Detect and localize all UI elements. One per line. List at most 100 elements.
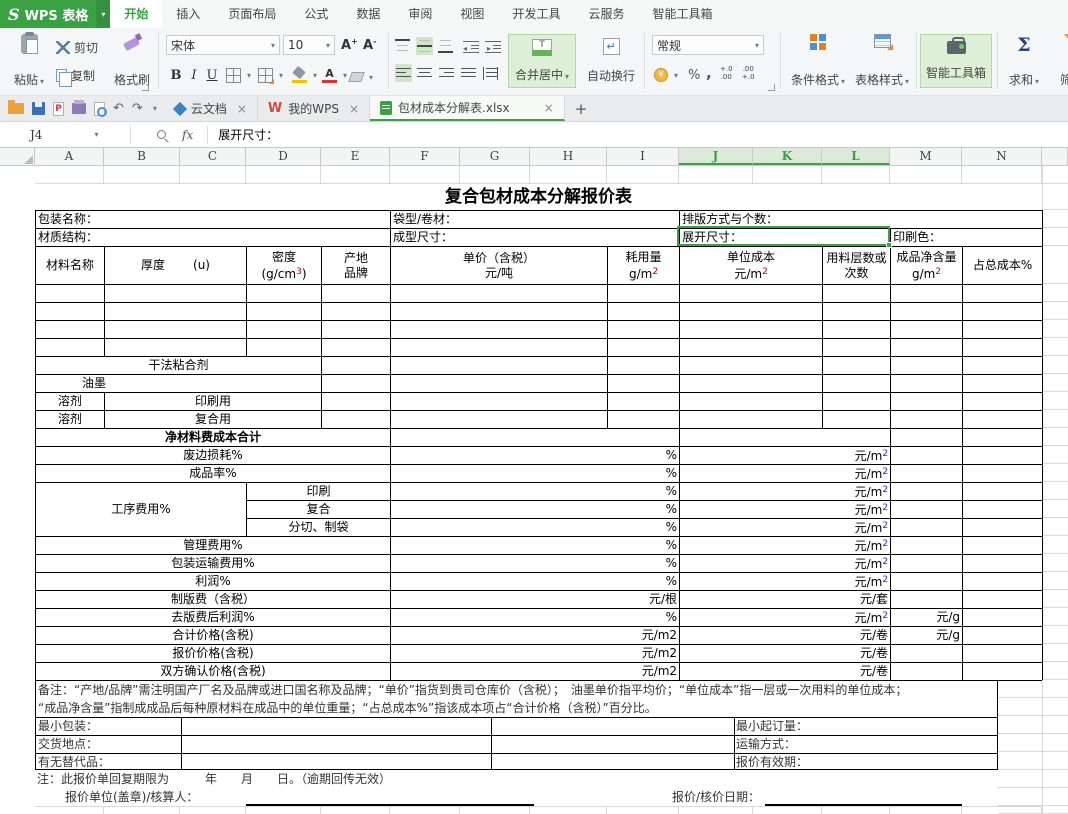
cell[interactable] <box>608 285 680 303</box>
cell-min-package[interactable]: 最小包装： <box>38 717 98 735</box>
tab-formulas[interactable]: 公式 <box>290 0 342 28</box>
fill-color-button[interactable]: ▾ <box>292 66 317 84</box>
cell-fee-unit1[interactable]: % <box>391 573 680 591</box>
cell-fee-unit2[interactable]: 元/m2 <box>680 501 891 519</box>
cell-fee-label[interactable]: 合计价格(含税) <box>36 627 391 645</box>
column-header-J[interactable]: J <box>679 148 753 165</box>
formula-input[interactable]: 展开尺寸： <box>218 126 278 143</box>
save-icon[interactable] <box>32 102 45 115</box>
empty-cell[interactable] <box>1043 320 1068 338</box>
cell[interactable] <box>891 303 963 321</box>
cell[interactable] <box>391 303 608 321</box>
cell-process-laminating[interactable]: 复合 <box>247 501 391 519</box>
increase-decimal-button[interactable]: +.0.00 <box>720 64 733 82</box>
cell[interactable] <box>963 411 1043 429</box>
comma-style-button[interactable]: , <box>706 64 712 82</box>
cell[interactable] <box>891 285 963 303</box>
empty-cells-bottom-right[interactable] <box>998 680 1042 814</box>
align-right-button[interactable] <box>439 64 454 82</box>
open-file-icon[interactable] <box>8 103 24 114</box>
empty-cell[interactable] <box>1043 770 1068 788</box>
cell-fee-label[interactable]: 成品率% <box>36 465 391 483</box>
cell-fee-unit2[interactable]: 元/m2 <box>680 555 891 573</box>
header-cost-percent[interactable]: 占总成本% <box>963 247 1043 285</box>
cell[interactable] <box>608 339 680 357</box>
empty-cell[interactable] <box>460 807 530 814</box>
empty-cell[interactable] <box>1043 752 1068 770</box>
cell-ink[interactable]: 油墨 <box>36 375 322 393</box>
empty-cell[interactable] <box>1043 338 1068 356</box>
cell[interactable] <box>891 357 963 375</box>
cell[interactable] <box>105 303 247 321</box>
cell-fee-unit2[interactable]: 元/m2 <box>680 447 891 465</box>
cell[interactable] <box>823 285 891 303</box>
cell[interactable] <box>963 573 1043 591</box>
column-header-I[interactable]: I <box>607 148 679 165</box>
cell[interactable] <box>680 357 823 375</box>
paste-button[interactable]: 粘贴▾ <box>8 34 50 88</box>
tab-cloud[interactable]: 云服务 <box>574 0 638 28</box>
cell[interactable] <box>680 303 823 321</box>
cell-fee-unit1[interactable]: 元/m2 <box>391 663 680 681</box>
cell[interactable] <box>680 285 823 303</box>
cell-transport-mode[interactable]: 运输方式： <box>736 735 796 753</box>
cell-fee-unit1[interactable]: % <box>391 555 680 573</box>
empty-cell[interactable] <box>1043 626 1068 644</box>
cell-fee-label[interactable]: 管理费用% <box>36 537 391 555</box>
justify-button[interactable] <box>461 64 476 82</box>
column-header-E[interactable]: E <box>321 148 390 165</box>
empty-cell[interactable] <box>998 806 1042 814</box>
header-net-content[interactable]: 成品净含量g/m2 <box>891 247 963 285</box>
header-origin-brand[interactable]: 产地品牌 <box>322 247 391 285</box>
cell-fee-label[interactable]: 去版费后利润% <box>36 609 391 627</box>
empty-cell[interactable] <box>607 166 679 183</box>
cell-note-line2[interactable]: “成品净含量”指制成成品后每种原材料在成品中的单位重量；“占总成本%”指该成本项… <box>38 699 995 717</box>
tab-smart-toolbox[interactable]: 智能工具箱 <box>638 0 726 28</box>
cell-delivery-place[interactable]: 交货地点： <box>38 735 98 753</box>
print-preview-icon[interactable] <box>94 102 105 116</box>
empty-cell[interactable] <box>998 698 1042 716</box>
new-tab-button[interactable]: + <box>565 96 598 121</box>
empty-cell[interactable] <box>1043 554 1068 572</box>
empty-cell[interactable] <box>890 807 962 814</box>
cell[interactable] <box>247 303 322 321</box>
header-consumption[interactable]: 耗用量g/m2 <box>608 247 680 285</box>
empty-cell[interactable] <box>998 752 1042 770</box>
percent-style-button[interactable]: % <box>688 66 700 84</box>
logo-dropdown-caret-icon[interactable]: ▾ <box>96 0 110 28</box>
copy-button[interactable]: 复制 <box>56 66 95 84</box>
cell-formed-size[interactable]: 成型尺寸： <box>391 229 680 247</box>
cell-process-printing[interactable]: 印刷 <box>247 483 391 501</box>
draw-border-button[interactable]: ▾ <box>258 66 283 84</box>
cell-fee-unit2[interactable]: 元/m2 <box>680 573 891 591</box>
empty-row-35[interactable] <box>35 806 1042 814</box>
empty-cell[interactable] <box>1043 716 1068 734</box>
cell-fee-label[interactable]: 废边损耗% <box>36 447 391 465</box>
cell[interactable] <box>823 339 891 357</box>
number-dialog-launcher[interactable] <box>768 84 775 91</box>
cell-solvent[interactable]: 溶剂 <box>36 411 105 429</box>
increase-indent-button[interactable]: ▸ <box>485 37 501 55</box>
cell[interactable] <box>823 411 891 429</box>
empty-cell[interactable] <box>321 807 390 814</box>
cell-reply-deadline[interactable]: 注：此报价单回复期限为 年 月 日。（逾期回传无效） <box>35 770 998 788</box>
cell-fee-unit2[interactable]: 元/卷 <box>680 627 891 645</box>
column-header-N[interactable]: N <box>962 148 1042 165</box>
cell-fee-unit2[interactable]: 元/m2 <box>680 465 891 483</box>
cell-fee-unit2[interactable]: 元/m2 <box>680 609 891 627</box>
empty-cell[interactable] <box>1043 518 1068 536</box>
empty-cell[interactable] <box>180 807 246 814</box>
cell[interactable] <box>963 627 1043 645</box>
cell[interactable] <box>322 303 391 321</box>
empty-cell[interactable] <box>1043 184 1068 210</box>
cell-fee-unit2[interactable]: 元/卷 <box>680 645 891 663</box>
currency-button[interactable]: ¥▾ <box>654 66 678 84</box>
cell[interactable] <box>680 393 823 411</box>
cell-fee-unit3[interactable]: 元/g <box>891 627 963 645</box>
empty-cell[interactable] <box>998 770 1042 788</box>
cell[interactable] <box>963 609 1043 627</box>
empty-cell[interactable] <box>1043 536 1068 554</box>
header-thickness[interactable]: 厚度(u) <box>105 247 247 285</box>
cell[interactable] <box>963 429 1043 447</box>
cell-fee-unit3[interactable]: 元/g <box>891 609 963 627</box>
